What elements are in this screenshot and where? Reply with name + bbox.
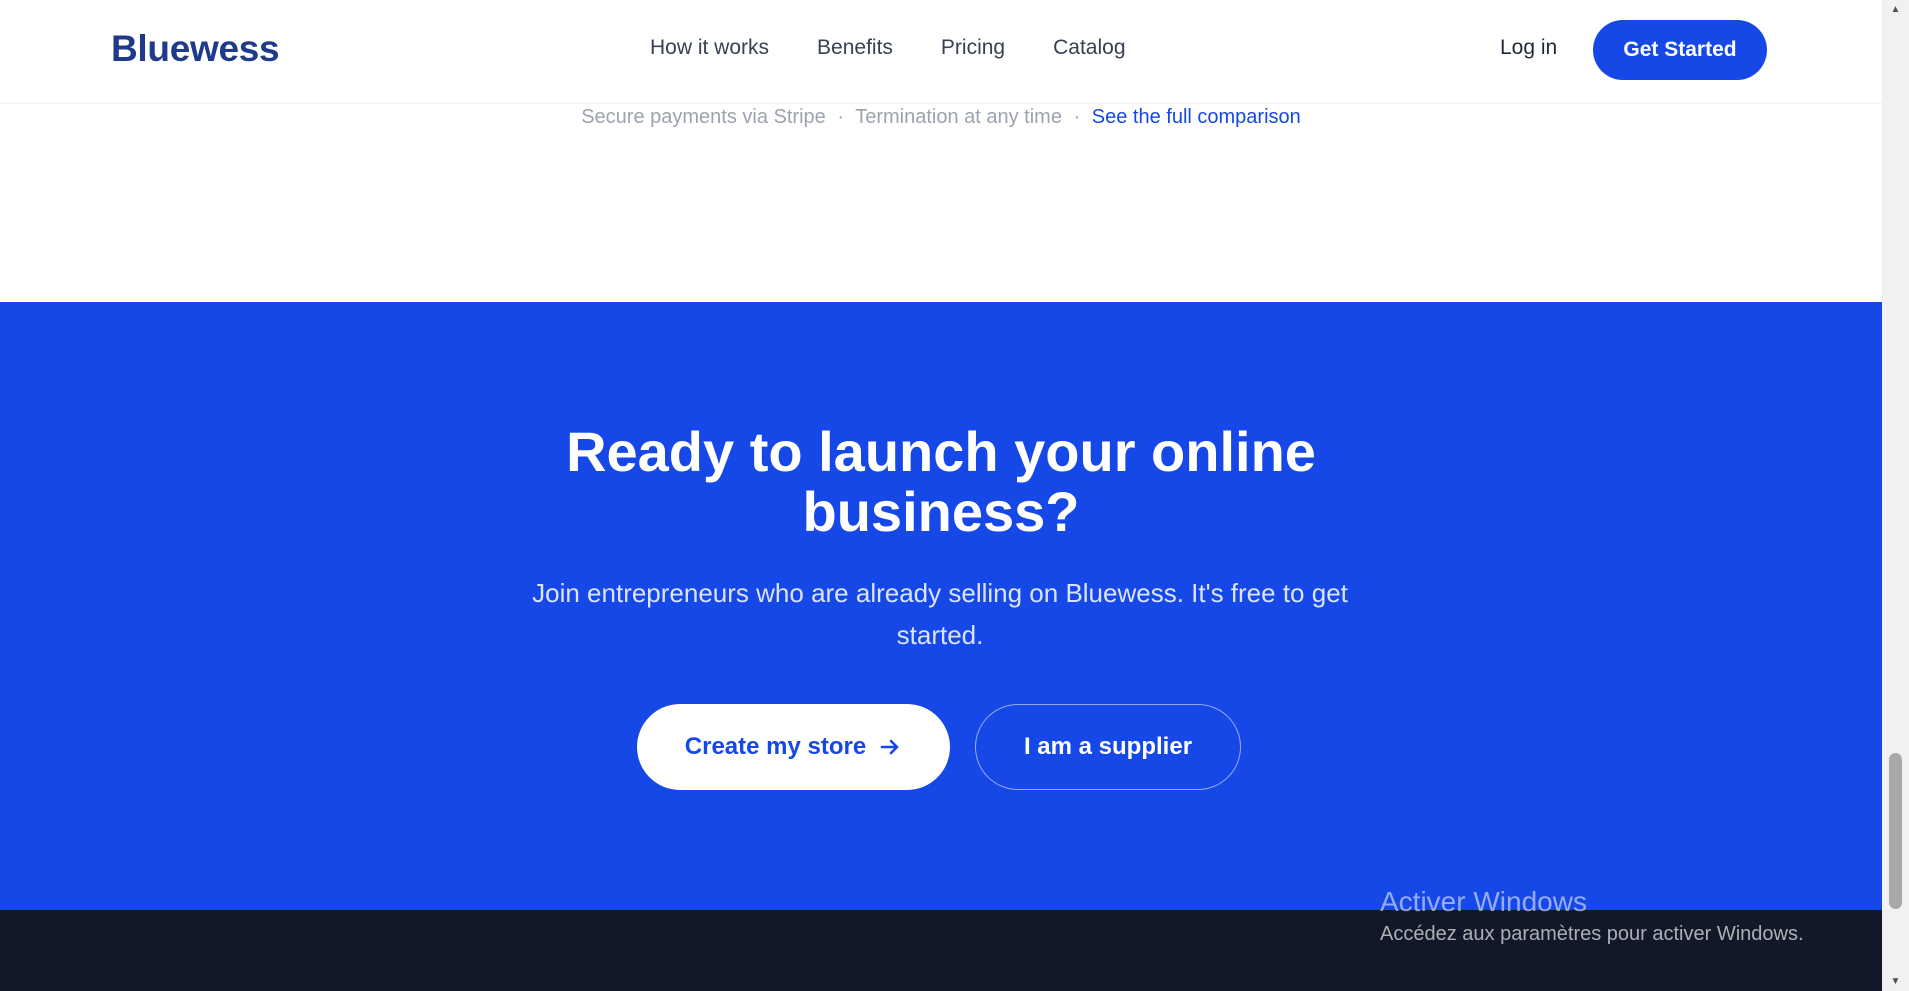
vertical-scrollbar[interactable]: ▲ ▼ <box>1882 0 1909 991</box>
cta-subtitle: Join entrepreneurs who are already selli… <box>532 578 1348 650</box>
supplier-button[interactable]: I am a supplier <box>975 704 1241 790</box>
login-link[interactable]: Log in <box>1500 36 1557 60</box>
get-started-button[interactable]: Get Started <box>1593 20 1767 80</box>
arrow-right-icon <box>880 739 899 755</box>
secure-payments-text: Secure payments via Stripe <box>581 106 826 128</box>
separator-dot: · <box>1073 106 1081 128</box>
main-nav: How it works Benefits Pricing Catalog <box>650 36 1126 60</box>
secure-payments-line: Secure payments via Stripe · Termination… <box>0 106 1882 129</box>
termination-text: Termination at any time <box>855 106 1062 128</box>
nav-benefits[interactable]: Benefits <box>817 36 893 60</box>
nav-catalog[interactable]: Catalog <box>1053 36 1125 60</box>
full-comparison-link[interactable]: See the full comparison <box>1092 106 1301 128</box>
create-store-button[interactable]: Create my store <box>637 704 950 790</box>
nav-pricing[interactable]: Pricing <box>941 36 1005 60</box>
create-store-label: Create my store <box>684 733 867 760</box>
watermark-subtitle: Accédez aux paramètres pour activer Wind… <box>1380 923 1804 945</box>
watermark-title: Activer Windows <box>1380 886 1587 917</box>
nav-how-it-works[interactable]: How it works <box>650 36 769 60</box>
separator-dot: · <box>837 106 844 128</box>
page: Bluewess How it works Benefits Pricing C… <box>0 0 1882 991</box>
scroll-up-icon[interactable]: ▲ <box>1890 4 1901 15</box>
windows-activation-watermark: Activer Windows Accédez aux paramètres p… <box>1380 885 1804 949</box>
scroll-down-icon[interactable]: ▼ <box>1890 976 1901 987</box>
scroll-thumb[interactable] <box>1889 753 1902 909</box>
cta-title-line-2: business? <box>802 480 1080 543</box>
cta-section: Ready to launch your online business? Jo… <box>0 302 1882 910</box>
cta-title-line-1: Ready to launch your online <box>566 420 1316 483</box>
cta-title: Ready to launch your online business? <box>0 422 1882 542</box>
logo[interactable]: Bluewess <box>111 28 280 70</box>
site-header: Bluewess How it works Benefits Pricing C… <box>0 0 1882 104</box>
